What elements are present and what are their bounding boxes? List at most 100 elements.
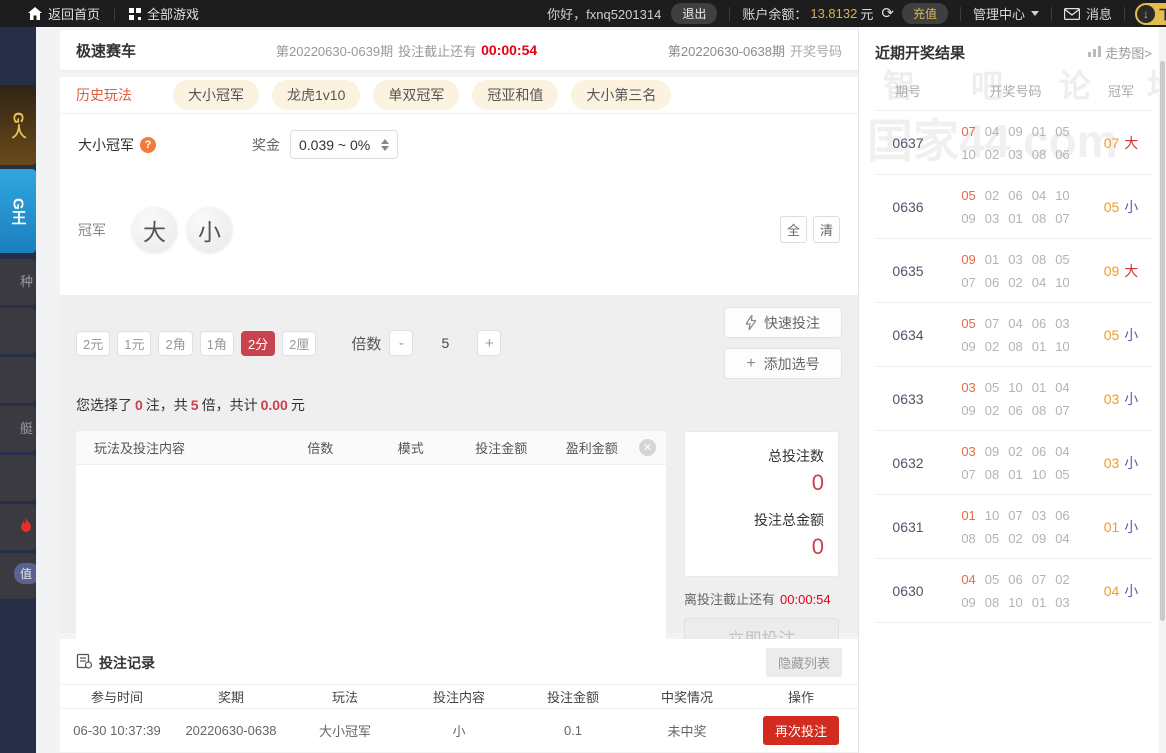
result-champion: 05 小 xyxy=(1090,197,1152,217)
draw-number: 09 xyxy=(961,594,976,610)
chip-4[interactable]: 2分 xyxy=(240,330,276,356)
champion-size: 小 xyxy=(1124,326,1139,343)
rec-result: 未中奖 xyxy=(667,724,707,739)
sidebar-item-0[interactable]: 种 xyxy=(0,259,36,305)
scrollbar-thumb[interactable] xyxy=(1160,61,1165,621)
draw-number: 01 xyxy=(984,251,1000,267)
results-title: 近期开奖结果 xyxy=(875,45,966,62)
draw-number: 09 xyxy=(961,210,976,226)
draw-number: 03 xyxy=(1008,251,1023,267)
draw-number: 07 xyxy=(1031,571,1047,587)
download-button[interactable]: ↓ 下 xyxy=(1134,2,1166,25)
draw-number: 10 xyxy=(1055,187,1070,203)
draw-number: 03 xyxy=(961,443,976,459)
option-small[interactable]: 小 xyxy=(187,207,232,252)
draw-number: 10 xyxy=(1008,594,1023,610)
option-big[interactable]: 大 xyxy=(132,207,177,252)
flame-icon xyxy=(20,518,32,536)
sidebar-item-6[interactable]: 值 xyxy=(0,553,36,599)
chip-0[interactable]: 2元 xyxy=(76,330,111,356)
sidebar-item-4[interactable] xyxy=(0,455,36,501)
tab-play-3[interactable]: 冠亚和值 xyxy=(472,80,559,110)
plus-icon: + xyxy=(746,354,756,372)
slip-col-0: 玩法及投注内容 xyxy=(94,441,186,456)
hide-list-button[interactable]: 隐藏列表 xyxy=(765,648,842,677)
result-champion: 01 小 xyxy=(1090,517,1152,537)
champion-number: 07 xyxy=(1103,134,1120,151)
tab-history-play[interactable]: 历史玩法 xyxy=(76,85,132,105)
champion-size: 大 xyxy=(1124,134,1139,151)
divider xyxy=(1050,6,1052,21)
sidebar-item-3[interactable]: 艇 xyxy=(0,406,36,452)
recharge-button[interactable]: 充值 xyxy=(901,3,948,24)
selection-summary: 您选择了 0 注，共 5 倍，共计 0.00 元 xyxy=(76,397,305,413)
tab-play-4[interactable]: 大小第三名 xyxy=(571,80,672,110)
result-issue: 0635 xyxy=(892,262,924,279)
all-games-link[interactable]: 全部游戏 xyxy=(115,4,213,23)
draw-number: 05 xyxy=(1055,123,1070,139)
admin-center-menu[interactable]: 管理中心 xyxy=(973,4,1039,23)
game-banner-2[interactable]: G王 xyxy=(0,169,36,253)
messages-label: 消息 xyxy=(1085,7,1112,22)
all-games-label: 全部游戏 xyxy=(147,7,200,22)
champion-size: 小 xyxy=(1124,390,1139,407)
select-all-button[interactable]: 全 xyxy=(780,216,807,243)
tab-play-0[interactable]: 大小冠军 xyxy=(173,80,259,110)
refresh-icon[interactable]: ⟳ xyxy=(881,6,894,21)
prize-select[interactable]: 0.039 ~ 0% xyxy=(290,130,398,159)
trend-chart-link[interactable]: 走势图> xyxy=(1088,43,1152,62)
help-icon[interactable]: ? xyxy=(140,136,156,153)
draw-number: 07 xyxy=(961,274,976,290)
sidebar-item-5[interactable] xyxy=(0,504,36,550)
play-name: 大小冠军 xyxy=(78,136,134,153)
chip-1[interactable]: 1元 xyxy=(117,330,152,356)
quick-bet-button[interactable]: 快速投注 xyxy=(724,307,842,338)
tab-play-1[interactable]: 龙虎1v10 xyxy=(272,80,361,110)
draw-number: 06 xyxy=(1008,187,1023,203)
result-numbers: 07 04 09 01 05 10 02 03 08 06 xyxy=(941,120,1090,166)
draw-number: 01 xyxy=(961,507,976,523)
draw-number: 08 xyxy=(984,466,1000,482)
multiplier-plus-button[interactable]: + xyxy=(477,330,502,356)
result-numbers: 03 05 10 01 04 09 02 06 08 07 xyxy=(941,376,1090,422)
chip-3[interactable]: 1角 xyxy=(199,330,234,356)
result-numbers: 09 01 03 08 05 07 06 02 04 10 xyxy=(941,248,1090,294)
tab-play-2[interactable]: 单双冠军 xyxy=(373,80,460,110)
result-row: 0635 09 01 03 08 05 07 06 02 04 10 09 大 xyxy=(875,239,1152,303)
champion-size: 小 xyxy=(1124,454,1139,471)
clear-button[interactable]: 清 xyxy=(813,216,840,243)
champion-size: 小 xyxy=(1124,518,1139,535)
draw-number: 04 xyxy=(1055,379,1070,395)
sidebar-item-2[interactable] xyxy=(0,357,36,403)
result-numbers: 01 10 07 03 06 08 05 02 09 04 xyxy=(941,504,1090,550)
result-row: 0634 05 07 04 06 03 09 02 08 01 10 05 小 xyxy=(875,303,1152,367)
chip-2[interactable]: 2角 xyxy=(158,330,193,356)
left-sidebar: G人 G王 种艇值 xyxy=(0,27,36,753)
play-tabs: 历史玩法 大小冠军 龙虎1v10 单双冠军 冠亚和值 大小第三名 xyxy=(60,77,858,114)
draw-number: 07 xyxy=(961,466,976,482)
sidebar-item-1[interactable] xyxy=(0,308,36,354)
game-banner-1[interactable]: G人 xyxy=(0,85,36,165)
chip-5[interactable]: 2厘 xyxy=(282,330,317,356)
multiplier-minus-button[interactable]: - xyxy=(389,330,414,356)
draw-number: 03 xyxy=(984,210,1000,226)
draw-number: 01 xyxy=(1031,594,1047,610)
draw-number: 09 xyxy=(984,443,1000,459)
topbar: 返回首页 全部游戏 你好，fxnq5201314 退出 账户余额： 13.813… xyxy=(0,0,1166,27)
scrollbar[interactable] xyxy=(1159,27,1166,753)
draw-number: 01 xyxy=(1031,379,1047,395)
logout-button[interactable]: 退出 xyxy=(671,3,718,24)
rec-amount: 0.1 xyxy=(563,723,583,738)
add-selection-button[interactable]: + 添加选号 xyxy=(724,348,842,379)
messages-link[interactable]: 消息 xyxy=(1063,4,1112,23)
draw-number: 02 xyxy=(984,402,1000,418)
bet-again-button[interactable]: 再次投注 xyxy=(762,716,839,745)
close-icon[interactable]: ✕ xyxy=(639,439,656,456)
draw-number: 08 xyxy=(1031,210,1047,226)
multiplier-value[interactable]: 5 xyxy=(413,330,477,356)
home-link[interactable]: 返回首页 xyxy=(14,4,114,23)
draw-number: 06 xyxy=(1031,315,1047,331)
totals-box: 总投注数 0 投注总金额 0 xyxy=(684,431,839,577)
rec-issue: 20220630-0638 xyxy=(185,723,277,738)
draw-number: 05 xyxy=(984,571,1000,587)
